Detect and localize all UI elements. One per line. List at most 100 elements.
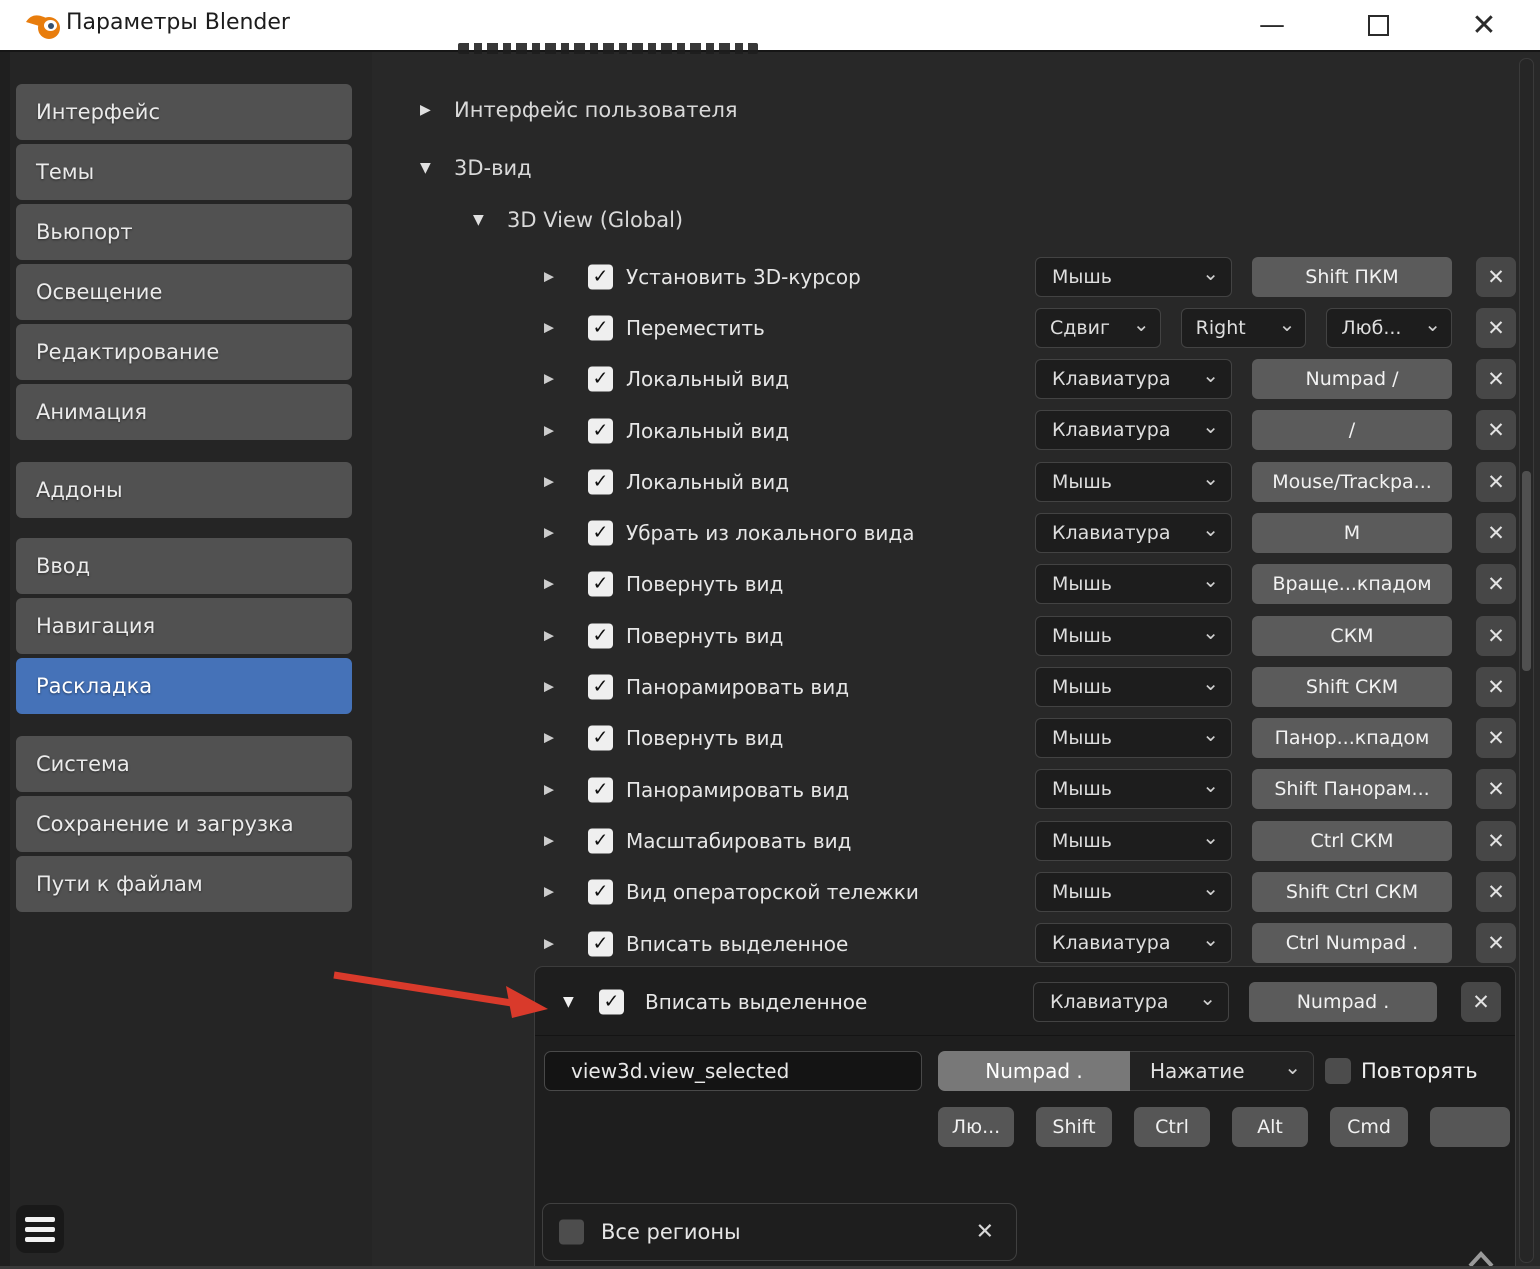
remove-button[interactable]: ✕ [1476, 564, 1516, 604]
key-binding-button[interactable]: Numpad / [1252, 359, 1452, 399]
keymap-row[interactable]: ▶ ✓ Локальный вид Клавиатура⌄/ ✕ [540, 405, 1516, 456]
close-window-button[interactable]: ✕ [1456, 0, 1512, 50]
close-icon[interactable]: ✕ [976, 1220, 994, 1245]
event-type-select[interactable]: Клавиатура⌄ [1035, 359, 1232, 399]
sidebar-item-section[interactable]: Сохранение и загрузка [16, 796, 352, 852]
expanded-item-header[interactable]: ▼ ✓ Вписать выделенное Клавиатура ⌄ Nump… [535, 979, 1515, 1025]
tree-item-3d-view-global[interactable]: ▼ 3D View (Global) [473, 205, 683, 235]
key-capture-button[interactable]: Numpad . [938, 1051, 1130, 1091]
event-type-select[interactable]: Сдвиг⌄ [1035, 308, 1161, 348]
sidebar-item-section[interactable]: Система [16, 736, 352, 792]
sidebar-item-section[interactable]: Аддоны [16, 462, 352, 518]
tree-item-3d-view[interactable]: ▼ 3D-вид [420, 153, 532, 183]
modifier-button[interactable]: Cmd [1330, 1107, 1408, 1147]
keymap-row[interactable]: ▶ ✓ Убрать из локального вида Клавиатура… [540, 507, 1516, 558]
collapse-triangle-icon[interactable]: ▼ [563, 994, 574, 1010]
expand-triangle-icon[interactable]: ▶ [544, 885, 554, 900]
keymap-row[interactable]: ▶ ✓ Масштабировать вид Мышь⌄Ctrl СКМ ✕ [540, 815, 1516, 866]
key-binding-button[interactable]: / [1252, 410, 1452, 450]
keymap-row[interactable]: ▶ ✓ Вид операторской тележки Мышь⌄Shift … [540, 867, 1516, 918]
scrollbar-track[interactable] [1519, 58, 1534, 1263]
remove-button[interactable]: ✕ [1476, 667, 1516, 707]
keymap-item-checkbox[interactable]: ✓ [588, 931, 613, 956]
repeat-checkbox[interactable] [1325, 1058, 1351, 1084]
key-binding-button[interactable]: Ctrl Numpad . [1252, 923, 1452, 963]
event-type-select[interactable]: Мышь⌄ [1035, 564, 1232, 604]
remove-button[interactable]: ✕ [1476, 821, 1516, 861]
key-binding-button[interactable]: Mouse/Trackpa... [1252, 462, 1452, 502]
modifier-button-empty[interactable] [1430, 1107, 1510, 1147]
sidebar-item-section[interactable]: Навигация [16, 598, 352, 654]
key-binding-button[interactable]: Враще...кпадом [1252, 564, 1452, 604]
remove-button[interactable]: ✕ [1476, 410, 1516, 450]
keymap-item-checkbox[interactable]: ✓ [588, 315, 613, 340]
remove-button[interactable]: ✕ [1461, 982, 1501, 1022]
key-binding-button[interactable]: Shift ПКМ [1252, 257, 1452, 297]
sidebar-item-section[interactable]: Ввод [16, 538, 352, 594]
keymap-item-checkbox[interactable]: ✓ [588, 675, 613, 700]
expand-triangle-icon[interactable]: ▶ [544, 577, 554, 592]
minimize-button[interactable]: — [1244, 0, 1300, 50]
keymap-item-checkbox[interactable]: ✓ [588, 777, 613, 802]
maximize-button[interactable] [1350, 0, 1406, 50]
sidebar-item-section[interactable]: Темы [16, 144, 352, 200]
remove-button[interactable]: ✕ [1476, 718, 1516, 758]
sidebar-item-section[interactable]: Интерфейс [16, 84, 352, 140]
keymap-item-checkbox[interactable]: ✓ [588, 521, 613, 546]
remove-button[interactable]: ✕ [1476, 769, 1516, 809]
event-type-select[interactable]: Мышь⌄ [1035, 462, 1232, 502]
keymap-item-checkbox[interactable]: ✓ [588, 418, 613, 443]
remove-button[interactable]: ✕ [1476, 462, 1516, 502]
expand-triangle-icon[interactable]: ▶ [544, 474, 554, 489]
keymap-item-checkbox[interactable]: ✓ [588, 367, 613, 392]
expand-triangle-icon[interactable]: ▶ [544, 372, 554, 387]
sidebar-item-section[interactable]: Пути к файлам [16, 856, 352, 912]
tree-item-user-interface[interactable]: ▶ Интерфейс пользователя [420, 95, 738, 125]
event-type-select[interactable]: Клавиатура ⌄ [1033, 982, 1229, 1022]
event-type-select[interactable]: Мышь⌄ [1035, 821, 1232, 861]
event-type-select[interactable]: Мышь⌄ [1035, 872, 1232, 912]
event-type-select[interactable]: Клавиатура⌄ [1035, 513, 1232, 553]
keymap-item-checkbox[interactable]: ✓ [588, 264, 613, 289]
event-type-select[interactable]: Мышь⌄ [1035, 718, 1232, 758]
sidebar-item-section[interactable]: Редактирование [16, 324, 352, 380]
remove-button[interactable]: ✕ [1476, 616, 1516, 656]
sidebar-item-keymap-active[interactable]: Раскладка [16, 658, 352, 714]
key-binding-button[interactable]: M [1252, 513, 1452, 553]
remove-button[interactable]: ✕ [1476, 513, 1516, 553]
scrollbar-thumb[interactable] [1522, 471, 1531, 671]
expand-triangle-icon[interactable]: ▶ [544, 628, 554, 643]
preferences-menu-button[interactable] [16, 1205, 64, 1253]
key-binding-button[interactable]: Shift СКМ [1252, 667, 1452, 707]
operator-id-field[interactable]: view3d.view_selected [544, 1051, 922, 1091]
keymap-row[interactable]: ▶ ✓ Повернуть вид Мышь⌄СКМ ✕ [540, 610, 1516, 661]
expand-triangle-icon[interactable]: ▶ [544, 782, 554, 797]
expand-triangle-icon[interactable]: ▶ [544, 680, 554, 695]
event-type-select[interactable]: Right⌄ [1181, 308, 1307, 348]
expand-triangle-icon[interactable]: ▶ [544, 423, 554, 438]
modifier-button[interactable]: Shift [1036, 1107, 1112, 1147]
keymap-row[interactable]: ▶ ✓ Повернуть вид Мышь⌄Враще...кпадом ✕ [540, 559, 1516, 610]
keymap-item-checkbox[interactable]: ✓ [588, 726, 613, 751]
all-regions-checkbox[interactable] [559, 1220, 584, 1245]
expand-triangle-icon[interactable]: ▶ [544, 269, 554, 284]
keymap-row[interactable]: ▶ ✓ Панорамировать вид Мышь⌄Shift Панора… [540, 764, 1516, 815]
expand-triangle-icon[interactable]: ▶ [544, 936, 554, 951]
event-type-select[interactable]: Мышь⌄ [1035, 667, 1232, 707]
remove-button[interactable]: ✕ [1476, 308, 1516, 348]
keymap-row[interactable]: ▶ ✓ Локальный вид Клавиатура⌄Numpad / ✕ [540, 354, 1516, 405]
remove-button[interactable]: ✕ [1476, 923, 1516, 963]
key-binding-button[interactable]: Numpad . [1249, 982, 1437, 1022]
keymap-row[interactable]: ▶ ✓ Локальный вид Мышь⌄Mouse/Trackpa... … [540, 456, 1516, 507]
keymap-row[interactable]: ▶ ✓ Повернуть вид Мышь⌄Панор...кпадом ✕ [540, 713, 1516, 764]
event-type-select[interactable]: Клавиатура⌄ [1035, 410, 1232, 450]
keymap-row[interactable]: ▶ ✓ Установить 3D-курсор Мышь⌄Shift ПКМ … [540, 251, 1516, 302]
sidebar-item-section[interactable]: Вьюпорт [16, 204, 352, 260]
expand-triangle-icon[interactable]: ▶ [544, 731, 554, 746]
keymap-row[interactable]: ▶ ✓ Панорамировать вид Мышь⌄Shift СКМ ✕ [540, 661, 1516, 712]
key-binding-button[interactable]: Shift Ctrl СКМ [1252, 872, 1452, 912]
keymap-item-checkbox[interactable]: ✓ [588, 623, 613, 648]
keymap-item-checkbox[interactable]: ✓ [588, 828, 613, 853]
modifier-button[interactable]: Ctrl [1134, 1107, 1210, 1147]
keymap-item-checkbox[interactable]: ✓ [599, 990, 624, 1015]
